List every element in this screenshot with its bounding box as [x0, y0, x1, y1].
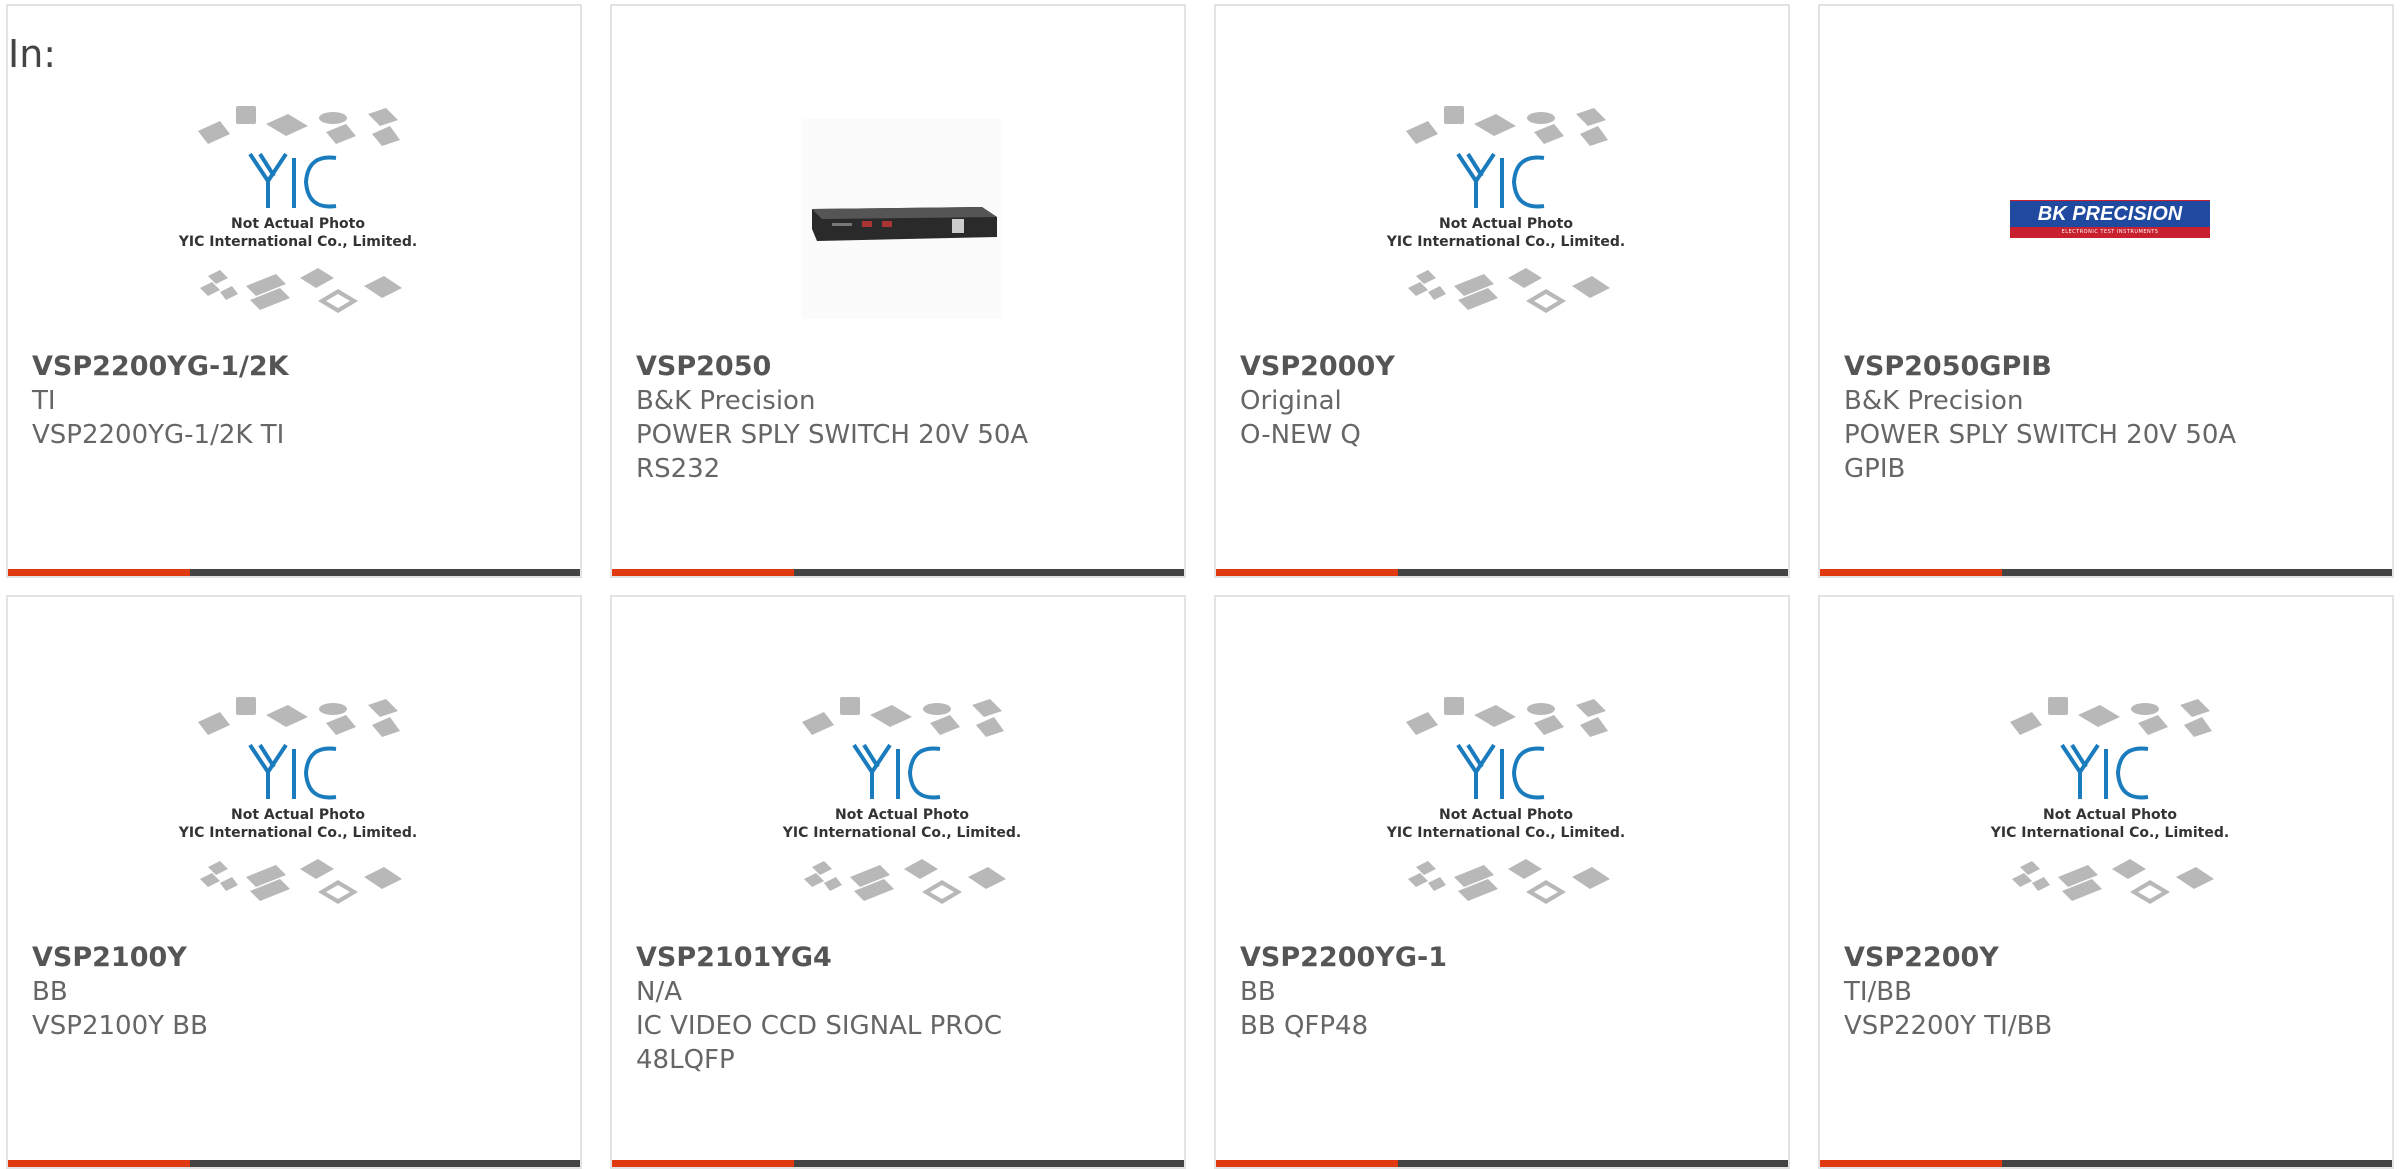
product-info: VSP2050 B&K Precision POWER SPLY SWITCH 20… — [636, 350, 1160, 486]
filter-label: In: — [8, 32, 57, 76]
card-bottom-bar — [8, 569, 580, 576]
product-card[interactable]: Not Actual Photo YIC International Co., … — [610, 595, 1186, 1169]
part-number-link[interactable]: VSP2200YG-1 — [1240, 941, 1764, 975]
placeholder-caption-line1: Not Actual Photo — [2043, 807, 2177, 823]
chip-placeholder-icon: Not Actual Photo YIC International Co., … — [178, 697, 417, 904]
product-card[interactable]: Not Actual Photo YIC International Co., … — [6, 595, 582, 1169]
placeholder-caption-line1: Not Actual Photo — [835, 807, 969, 823]
product-card[interactable]: Not Actual Photo YIC International Co., … — [1214, 595, 1790, 1169]
product-image[interactable]: Not Actual Photo YIC International Co., … — [158, 96, 438, 341]
product-card[interactable]: Not Actual Photo YIC International Co., … — [6, 4, 582, 578]
placeholder-caption-line2: YIC International Co., Limited. — [178, 825, 417, 841]
description-line: VSP2100Y BB — [32, 1011, 208, 1041]
description-line: VSP2200Y TI/BB — [1844, 1011, 2053, 1041]
placeholder-caption-line2: YIC International Co., Limited. — [1386, 234, 1625, 250]
card-bottom-bar — [612, 1160, 1184, 1167]
product-image[interactable]: Not Actual Photo YIC International Co., … — [1970, 687, 2250, 932]
description-line: POWER SPLY SWITCH 20V 50A — [636, 420, 1029, 450]
chip-placeholder-icon: Not Actual Photo YIC International Co., … — [1990, 697, 2229, 904]
product-info: VSP2200Y TI/BB VSP2200Y TI/BB — [1844, 941, 2368, 1043]
chip-placeholder-icon: Not Actual Photo YIC International Co., … — [782, 697, 1021, 904]
description-line: IC VIDEO CCD SIGNAL PROC — [636, 1011, 1002, 1041]
description-line: POWER SPLY SWITCH 20V 50A — [1844, 420, 2237, 450]
chip-placeholder-icon: Not Actual Photo YIC International Co., … — [1386, 697, 1625, 904]
part-number-link[interactable]: VSP2100Y — [32, 941, 556, 975]
description-line: BB QFP48 — [1240, 1011, 1369, 1041]
card-bottom-bar — [1216, 569, 1788, 576]
card-bar-accent — [612, 1160, 794, 1167]
product-image[interactable]: Not Actual Photo YIC International Co., … — [1366, 96, 1646, 341]
product-image[interactable]: Not Actual Photo YIC International Co., … — [1366, 687, 1646, 932]
product-info: VSP2000Y Original O-NEW Q — [1240, 350, 1764, 452]
card-bar-accent — [1820, 569, 2002, 576]
manufacturer: BB — [32, 977, 68, 1007]
placeholder-caption-line1: Not Actual Photo — [1439, 807, 1573, 823]
card-bottom-bar — [8, 1160, 580, 1167]
part-number-link[interactable]: VSP2200Y — [1844, 941, 2368, 975]
card-bar-accent — [1216, 1160, 1398, 1167]
product-image[interactable]: BK PRECISION ELECTRONIC TEST INSTRUMENTS — [1970, 96, 2250, 341]
manufacturer: TI/BB — [1844, 977, 1912, 1007]
chip-placeholder-icon: Not Actual Photo YIC International Co., … — [178, 106, 417, 313]
placeholder-caption-line2: YIC International Co., Limited. — [1386, 825, 1625, 841]
placeholder-caption-line2: YIC International Co., Limited. — [1990, 825, 2229, 841]
card-bar-accent — [8, 1160, 190, 1167]
description-line: GPIB — [1844, 454, 1906, 484]
card-bar-accent — [1216, 569, 1398, 576]
manufacturer: BB — [1240, 977, 1276, 1007]
card-bar-accent — [612, 569, 794, 576]
product-info: VSP2101YG4 N/A IC VIDEO CCD SIGNAL PROC 48L… — [636, 941, 1160, 1077]
part-number-link[interactable]: VSP2050GPIB — [1844, 350, 2368, 384]
card-bottom-bar — [1820, 1160, 2392, 1167]
product-card[interactable]: BK PRECISION ELECTRONIC TEST INSTRUMENTS V… — [1818, 4, 2394, 578]
card-bottom-bar — [1820, 569, 2392, 576]
product-card[interactable]: Not Actual Photo YIC International Co., … — [1818, 595, 2394, 1169]
placeholder-caption-line1: Not Actual Photo — [231, 807, 365, 823]
card-bar-accent — [8, 569, 190, 576]
description-line: 48LQFP — [636, 1045, 735, 1075]
product-card[interactable]: VSP2050 B&K Precision POWER SPLY SWITCH 20… — [610, 4, 1186, 578]
manufacturer: TI — [32, 386, 56, 416]
product-info: VSP2200YG-1 BB BB QFP48 — [1240, 941, 1764, 1043]
placeholder-caption-line1: Not Actual Photo — [231, 216, 365, 232]
placeholder-caption-line2: YIC International Co., Limited. — [782, 825, 1021, 841]
part-number-link[interactable]: VSP2200YG-1/2K — [32, 350, 556, 384]
product-info: VSP2100Y BB VSP2100Y BB — [32, 941, 556, 1043]
part-number-link[interactable]: VSP2050 — [636, 350, 1160, 384]
chip-placeholder-icon: Not Actual Photo YIC International Co., … — [1386, 106, 1625, 313]
part-number-link[interactable]: VSP2101YG4 — [636, 941, 1160, 975]
card-bottom-bar — [612, 569, 1184, 576]
placeholder-caption-line2: YIC International Co., Limited. — [178, 234, 417, 250]
card-bottom-bar — [1216, 1160, 1788, 1167]
product-image[interactable] — [762, 96, 1042, 341]
product-info: VSP2050GPIB B&K Precision POWER SPLY SWITC… — [1844, 350, 2368, 486]
description-line: RS232 — [636, 454, 721, 484]
product-image[interactable]: Not Actual Photo YIC International Co., … — [762, 687, 1042, 932]
product-info: VSP2200YG-1/2K TI VSP2200YG-1/2K TI — [32, 350, 556, 452]
manufacturer: B&K Precision — [1844, 386, 2024, 416]
description-line: O-NEW Q — [1240, 420, 1361, 450]
description-line: VSP2200YG-1/2K TI — [32, 420, 285, 450]
bk-precision-logo-icon: BK PRECISION ELECTRONIC TEST INSTRUMENTS — [2010, 199, 2210, 238]
product-image[interactable]: Not Actual Photo YIC International Co., … — [158, 687, 438, 932]
placeholder-caption-line1: Not Actual Photo — [1439, 216, 1573, 232]
card-bar-accent — [1820, 1160, 2002, 1167]
power-supply-image — [802, 118, 1002, 319]
part-number-link[interactable]: VSP2000Y — [1240, 350, 1764, 384]
bk-logo-text: BK PRECISION — [2010, 200, 2210, 227]
bk-logo-subtext: ELECTRONIC TEST INSTRUMENTS — [2061, 228, 2159, 235]
manufacturer: B&K Precision — [636, 386, 816, 416]
manufacturer: N/A — [636, 977, 682, 1007]
product-card[interactable]: Not Actual Photo YIC International Co., … — [1214, 4, 1790, 578]
manufacturer: Original — [1240, 386, 1342, 416]
